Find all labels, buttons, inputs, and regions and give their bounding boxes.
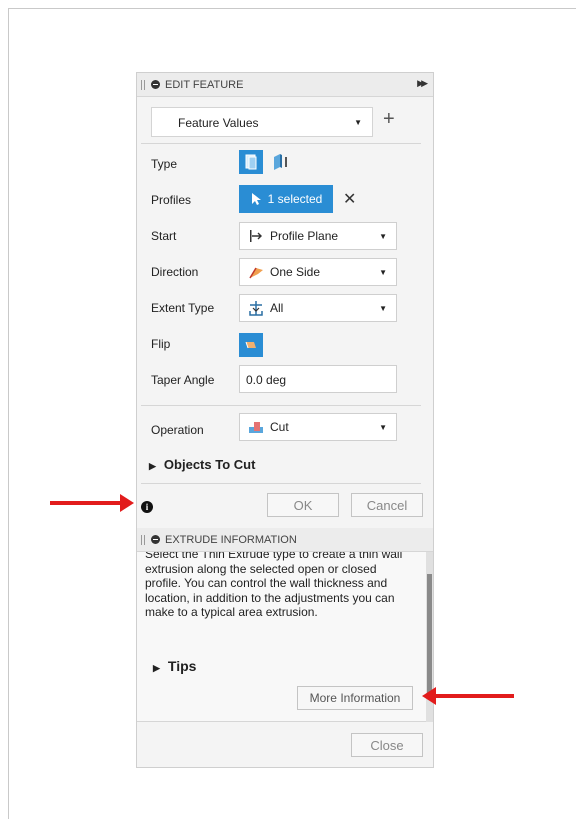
taper-angle-label: Taper Angle: [151, 373, 215, 387]
start-value: Profile Plane: [270, 229, 339, 243]
ok-button[interactable]: OK: [267, 493, 339, 517]
edit-feature-panel: EDIT FEATURE ▶▶ Feature Values ▼ + Type …: [136, 72, 434, 768]
profile-plane-icon: [246, 227, 266, 245]
cursor-icon: [251, 193, 261, 205]
direction-label: Direction: [151, 265, 199, 279]
edit-feature-title: EDIT FEATURE: [165, 78, 244, 91]
direction-value: One Side: [270, 265, 321, 279]
collapse-icon[interactable]: [151, 535, 160, 544]
annotation-arrow-info: [50, 494, 134, 512]
operation-label: Operation: [151, 423, 204, 437]
chevron-down-icon: ▼: [379, 267, 387, 277]
info-icon[interactable]: i: [141, 501, 153, 513]
solid-extrude-icon: [245, 154, 257, 170]
tips-toggle[interactable]: ▶ Tips: [153, 658, 196, 674]
annotation-arrow-more-info: [422, 687, 514, 705]
close-button[interactable]: Close: [351, 733, 423, 757]
add-icon[interactable]: +: [383, 109, 395, 129]
operation-value: Cut: [270, 420, 289, 434]
more-information-button[interactable]: More Information: [297, 686, 413, 710]
extrude-information-text: Select the Thin Extrude type to create a…: [145, 552, 403, 619]
objects-to-cut-label: Objects To Cut: [163, 457, 256, 472]
divider: [141, 483, 421, 484]
clear-selection-icon[interactable]: ✕: [343, 189, 356, 209]
feature-values-label: Feature Values: [178, 116, 259, 130]
scrollbar-thumb[interactable]: [427, 574, 432, 694]
flip-button[interactable]: [239, 333, 263, 357]
flip-icon: [245, 341, 256, 349]
edit-feature-header[interactable]: EDIT FEATURE ▶▶: [137, 73, 433, 97]
start-label: Start: [151, 229, 177, 243]
start-dropdown[interactable]: Profile Plane ▼: [239, 222, 397, 250]
type-thin-button[interactable]: [267, 150, 291, 174]
expand-triangle-icon: ▶: [149, 461, 156, 471]
direction-dropdown[interactable]: One Side ▼: [239, 258, 397, 286]
grip-icon[interactable]: [141, 534, 145, 545]
expand-arrows-icon[interactable]: ▶▶: [417, 78, 428, 89]
extent-type-dropdown[interactable]: All ▼: [239, 294, 397, 322]
type-solid-button[interactable]: [239, 150, 263, 174]
extrude-information-title: EXTRUDE INFORMATION: [165, 533, 297, 546]
extrude-information-header[interactable]: EXTRUDE INFORMATION: [137, 528, 433, 552]
extent-all-icon: [246, 299, 266, 317]
profiles-label: Profiles: [151, 193, 192, 207]
taper-angle-input[interactable]: 0.0 deg: [239, 365, 397, 393]
feature-values-dropdown[interactable]: Feature Values ▼: [151, 107, 373, 137]
operation-dropdown[interactable]: Cut ▼: [239, 413, 397, 441]
profiles-selection-label: 1 selected: [267, 192, 323, 206]
tips-label: Tips: [167, 658, 197, 674]
expand-triangle-icon: ▶: [153, 663, 160, 673]
grip-icon[interactable]: [141, 79, 145, 90]
cancel-button[interactable]: Cancel: [351, 493, 423, 517]
chevron-down-icon: ▼: [379, 422, 387, 432]
extent-type-value: All: [270, 301, 284, 315]
objects-to-cut-toggle[interactable]: ▶ Objects To Cut: [149, 457, 255, 472]
thin-extrude-icon: [274, 154, 287, 170]
flip-label: Flip: [151, 337, 171, 351]
chevron-down-icon: ▼: [379, 303, 387, 313]
type-label: Type: [151, 157, 178, 171]
extrude-information-body: Select the Thin Extrude type to create a…: [137, 552, 428, 722]
divider: [141, 405, 421, 406]
one-side-icon: [246, 263, 266, 281]
chevron-down-icon: ▼: [379, 231, 387, 241]
profiles-selection-button[interactable]: 1 selected: [239, 185, 333, 213]
cut-icon: [246, 418, 266, 436]
chevron-down-icon: ▼: [354, 118, 362, 127]
collapse-icon[interactable]: [151, 80, 160, 89]
extent-type-label: Extent Type: [151, 301, 215, 315]
divider: [141, 143, 421, 144]
